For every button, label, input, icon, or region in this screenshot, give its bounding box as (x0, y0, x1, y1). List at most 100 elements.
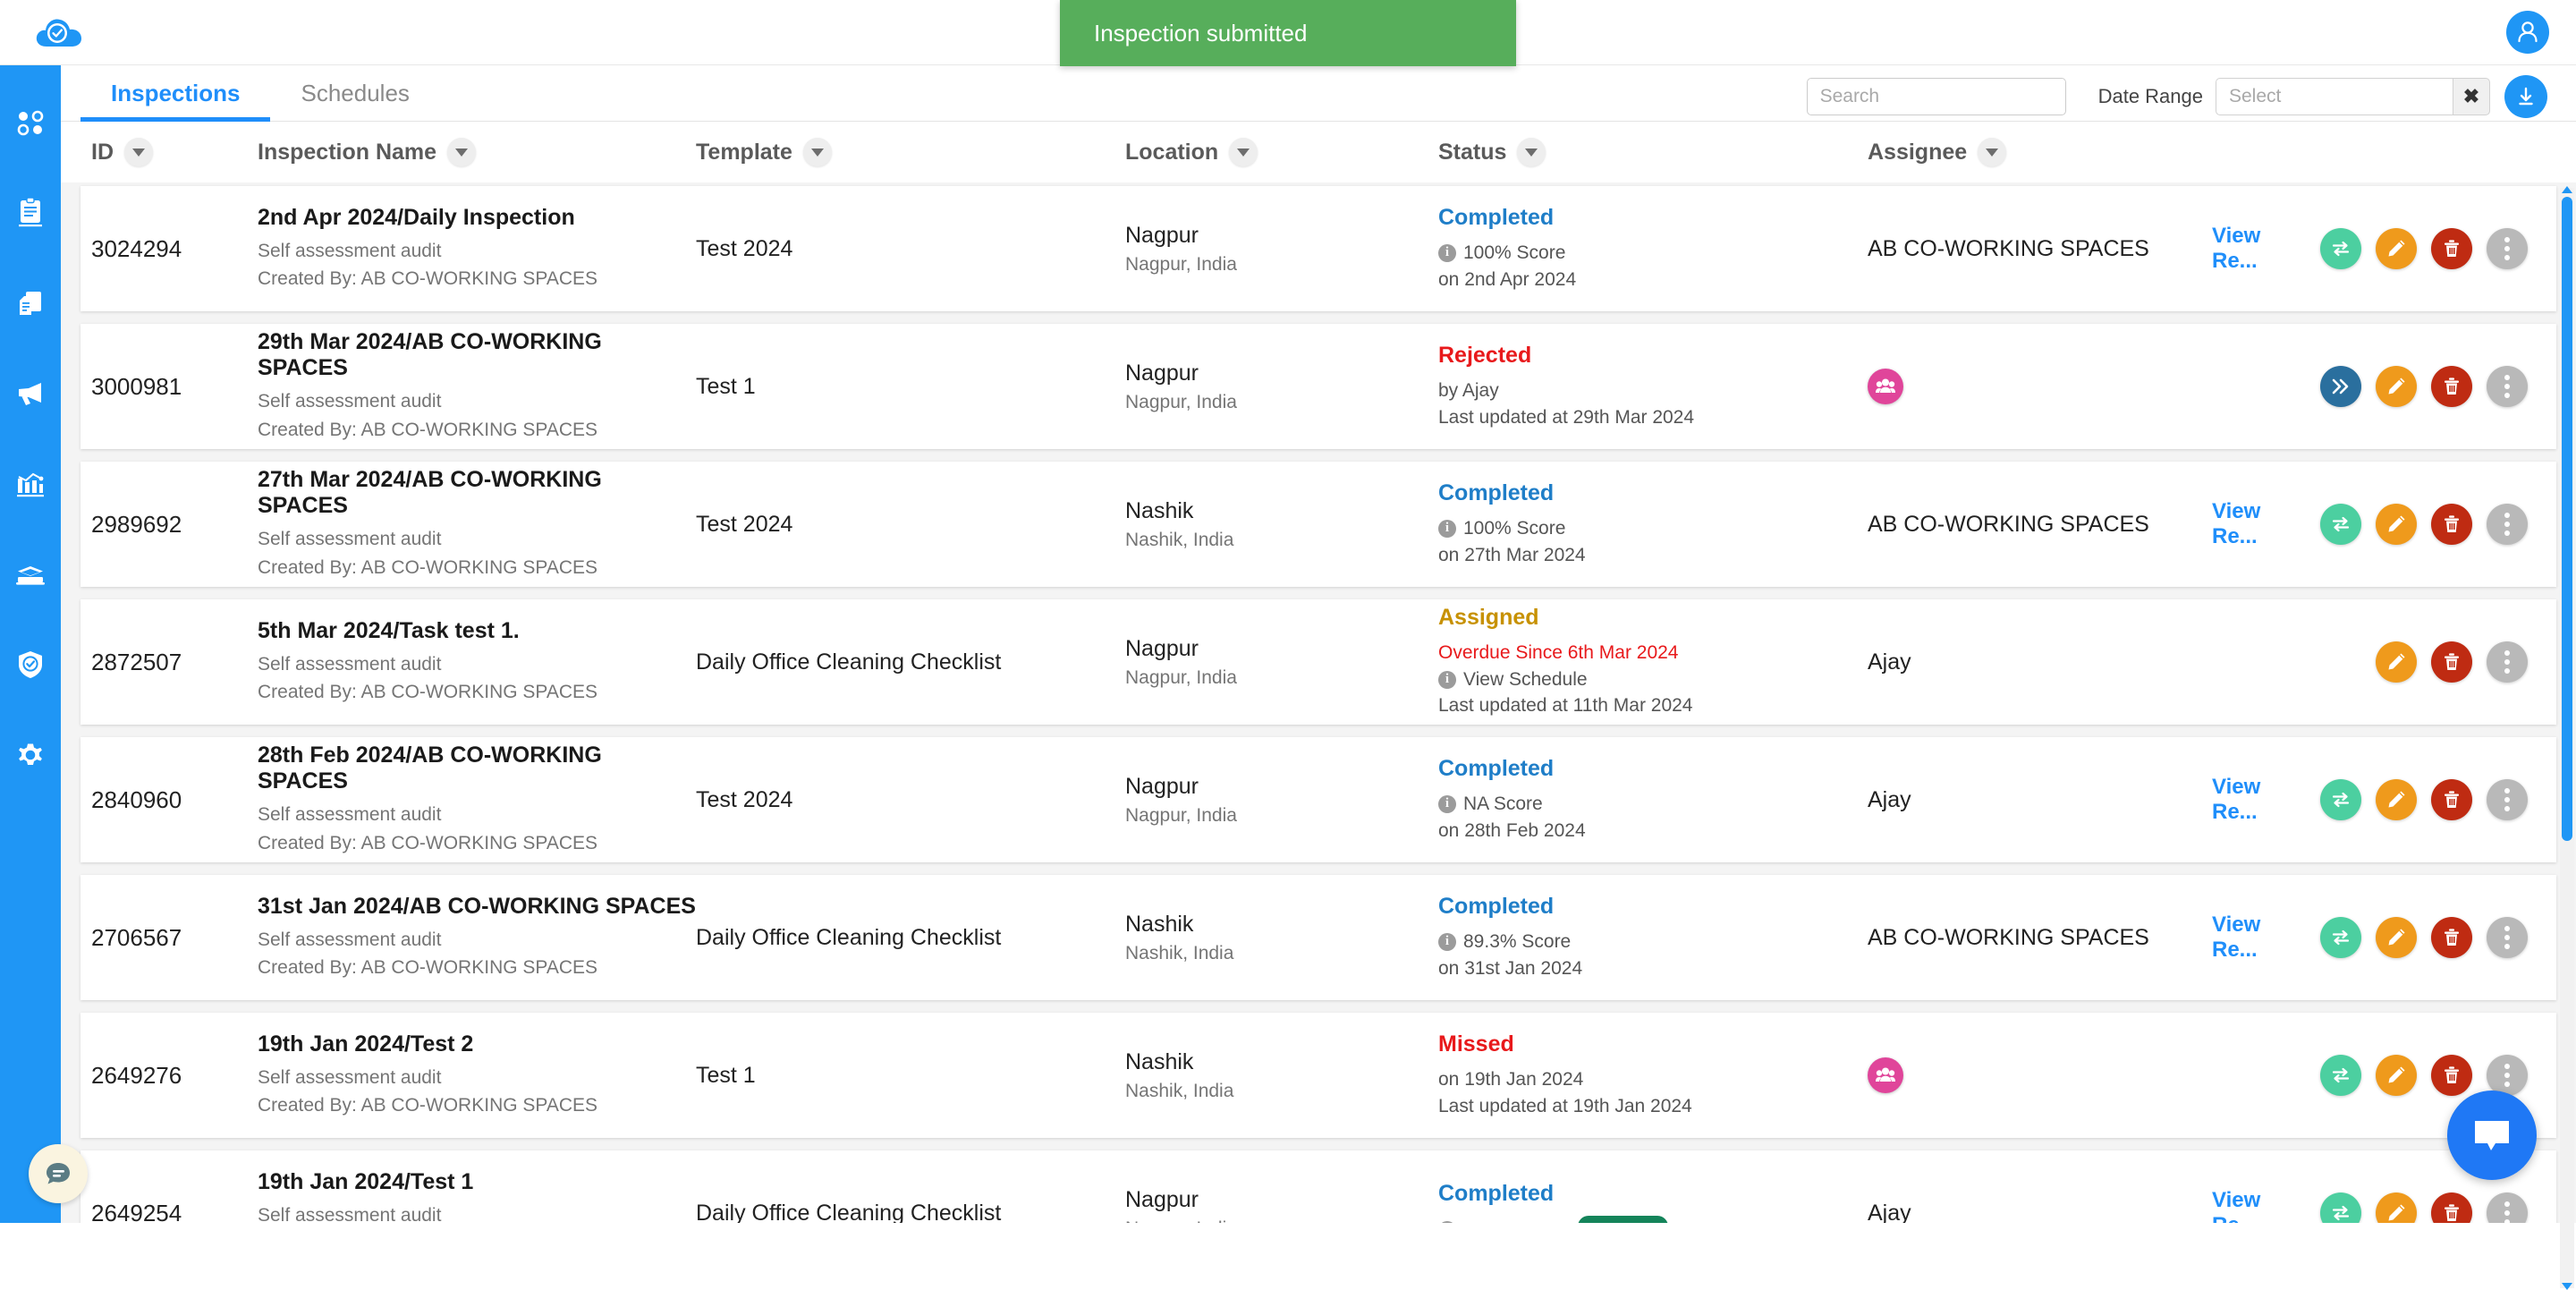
info-icon: i (1438, 795, 1456, 813)
edit-icon[interactable] (2376, 366, 2417, 407)
view-report-link[interactable]: View Re... (2212, 224, 2299, 274)
status-label: Completed (1438, 894, 1868, 920)
help-chat-fab[interactable] (29, 1144, 88, 1203)
view-report-link[interactable]: View Re... (2212, 499, 2299, 549)
clear-x-icon[interactable]: ✖ (2453, 78, 2490, 115)
sort-status-button[interactable] (1517, 138, 1546, 166)
inspection-audit-type: Self assessment audit (258, 926, 696, 955)
delete-icon[interactable] (2431, 779, 2472, 820)
column-header-assignee: Assignee (1868, 138, 2212, 166)
scroll-down-arrow-icon[interactable] (2562, 1283, 2572, 1290)
sidebar-item-training[interactable] (0, 544, 61, 605)
delete-icon[interactable] (2431, 504, 2472, 545)
sort-template-button[interactable] (803, 138, 832, 166)
table-row[interactable]: 270656731st Jan 2024/AB CO-WORKING SPACE… (80, 875, 2556, 1000)
delete-icon[interactable] (2431, 1192, 2472, 1223)
assignee-group-icon[interactable] (1868, 1057, 1903, 1093)
cell-location: NagpurNagpur, India (1125, 223, 1438, 276)
sort-location-button[interactable] (1229, 138, 1258, 166)
edit-icon[interactable] (2376, 779, 2417, 820)
forward-icon[interactable] (2320, 366, 2361, 407)
scrollbar-thumb[interactable] (2562, 197, 2572, 841)
assignee-group-icon[interactable] (1868, 369, 1903, 404)
sort-assignee-button[interactable] (1978, 138, 2006, 166)
sidebar-item-announcements[interactable] (0, 363, 61, 424)
cell-inspection-name: 29th Mar 2024/AB CO-WORKING SPACESSelf a… (258, 329, 696, 444)
cell-id: 3024294 (91, 235, 258, 263)
edit-icon[interactable] (2376, 504, 2417, 545)
delete-icon[interactable] (2431, 641, 2472, 683)
inspection-title: 2nd Apr 2024/Daily Inspection (258, 205, 696, 231)
more-options-icon[interactable] (2487, 1192, 2528, 1223)
transfer-icon[interactable] (2320, 1192, 2361, 1223)
sidebar-item-compliance[interactable] (0, 634, 61, 695)
transfer-icon[interactable] (2320, 779, 2361, 820)
assignee-name: AB CO-WORKING SPACES (1868, 925, 2149, 950)
sidebar-nav (0, 65, 61, 1223)
sidebar-item-dashboard[interactable] (0, 92, 61, 153)
cell-id: 2840960 (91, 786, 258, 814)
cell-inspection-name: 19th Jan 2024/Test 2Self assessment audi… (258, 1031, 696, 1120)
download-icon[interactable] (2504, 75, 2547, 118)
sidebar-item-inspections[interactable] (0, 182, 61, 243)
view-report-link[interactable]: View Re... (2212, 1188, 2299, 1223)
more-options-icon[interactable] (2487, 779, 2528, 820)
tab-inspections[interactable]: Inspections (80, 65, 270, 122)
sort-id-button[interactable] (124, 138, 153, 166)
sidebar-item-templates[interactable] (0, 273, 61, 334)
table-row[interactable]: 28725075th Mar 2024/Task test 1.Self ass… (80, 599, 2556, 725)
more-options-icon[interactable] (2487, 504, 2528, 545)
cell-id: 2872507 (91, 649, 258, 676)
inspection-audit-type: Self assessment audit (258, 801, 696, 829)
inspection-title: 19th Jan 2024/Test 1 (258, 1169, 696, 1195)
date-range-input[interactable] (2216, 78, 2453, 115)
user-avatar[interactable] (2506, 11, 2549, 54)
table-row[interactable]: 298969227th Mar 2024/AB CO-WORKING SPACE… (80, 462, 2556, 587)
table-row[interactable]: 30242942nd Apr 2024/Daily InspectionSelf… (80, 186, 2556, 311)
transfer-icon[interactable] (2320, 1055, 2361, 1096)
edit-icon[interactable] (2376, 1192, 2417, 1223)
table-row[interactable]: 264925419th Jan 2024/Test 1Self assessme… (80, 1150, 2556, 1223)
transfer-icon[interactable] (2320, 228, 2361, 269)
table-row[interactable]: 284096028th Feb 2024/AB CO-WORKING SPACE… (80, 737, 2556, 862)
more-options-icon[interactable] (2487, 641, 2528, 683)
cell-id: 2989692 (91, 511, 258, 539)
chat-bubble-icon[interactable] (2447, 1091, 2537, 1180)
table-row[interactable]: 264927619th Jan 2024/Test 2Self assessme… (80, 1013, 2556, 1138)
inspection-created-by: Created By: AB CO-WORKING SPACES (258, 554, 696, 582)
edit-icon[interactable] (2376, 641, 2417, 683)
delete-icon[interactable] (2431, 917, 2472, 958)
sort-inspection-name-button[interactable] (447, 138, 476, 166)
vertical-scrollbar[interactable] (2560, 188, 2574, 1288)
cell-id: 2706567 (91, 924, 258, 952)
more-options-icon[interactable] (2487, 366, 2528, 407)
more-options-icon[interactable] (2487, 917, 2528, 958)
search-input[interactable] (1807, 78, 2066, 115)
scroll-up-arrow-icon[interactable] (2562, 186, 2572, 193)
delete-icon[interactable] (2431, 1055, 2472, 1096)
location-name: Nagpur (1125, 636, 1438, 662)
transfer-icon[interactable] (2320, 504, 2361, 545)
cloud-check-logo[interactable] (34, 11, 84, 54)
sidebar-item-analytics[interactable] (0, 454, 61, 514)
view-report-link[interactable]: View Re... (2212, 775, 2299, 825)
column-header-status: Status (1438, 138, 1868, 166)
edit-icon[interactable] (2376, 228, 2417, 269)
sidebar-item-settings[interactable] (0, 725, 61, 785)
more-options-icon[interactable] (2487, 228, 2528, 269)
inspection-title: 31st Jan 2024/AB CO-WORKING SPACES (258, 894, 696, 920)
transfer-icon[interactable] (2320, 917, 2361, 958)
status-detail-text: by Ajay (1438, 378, 1499, 404)
cell-inspection-name: 19th Jan 2024/Test 1Self assessment audi… (258, 1169, 696, 1224)
edit-icon[interactable] (2376, 1055, 2417, 1096)
status-detail-text: on 31st Jan 2024 (1438, 955, 1582, 982)
cell-assignee: AB CO-WORKING SPACES (1868, 925, 2212, 951)
table-row[interactable]: 300098129th Mar 2024/AB CO-WORKING SPACE… (80, 324, 2556, 449)
view-report-link[interactable]: View Re... (2212, 912, 2299, 963)
delete-icon[interactable] (2431, 366, 2472, 407)
delete-icon[interactable] (2431, 228, 2472, 269)
edit-icon[interactable] (2376, 917, 2417, 958)
cell-template: Test 2024 (696, 787, 1125, 813)
cell-actions (2212, 366, 2556, 407)
tab-schedules[interactable]: Schedules (270, 65, 439, 122)
